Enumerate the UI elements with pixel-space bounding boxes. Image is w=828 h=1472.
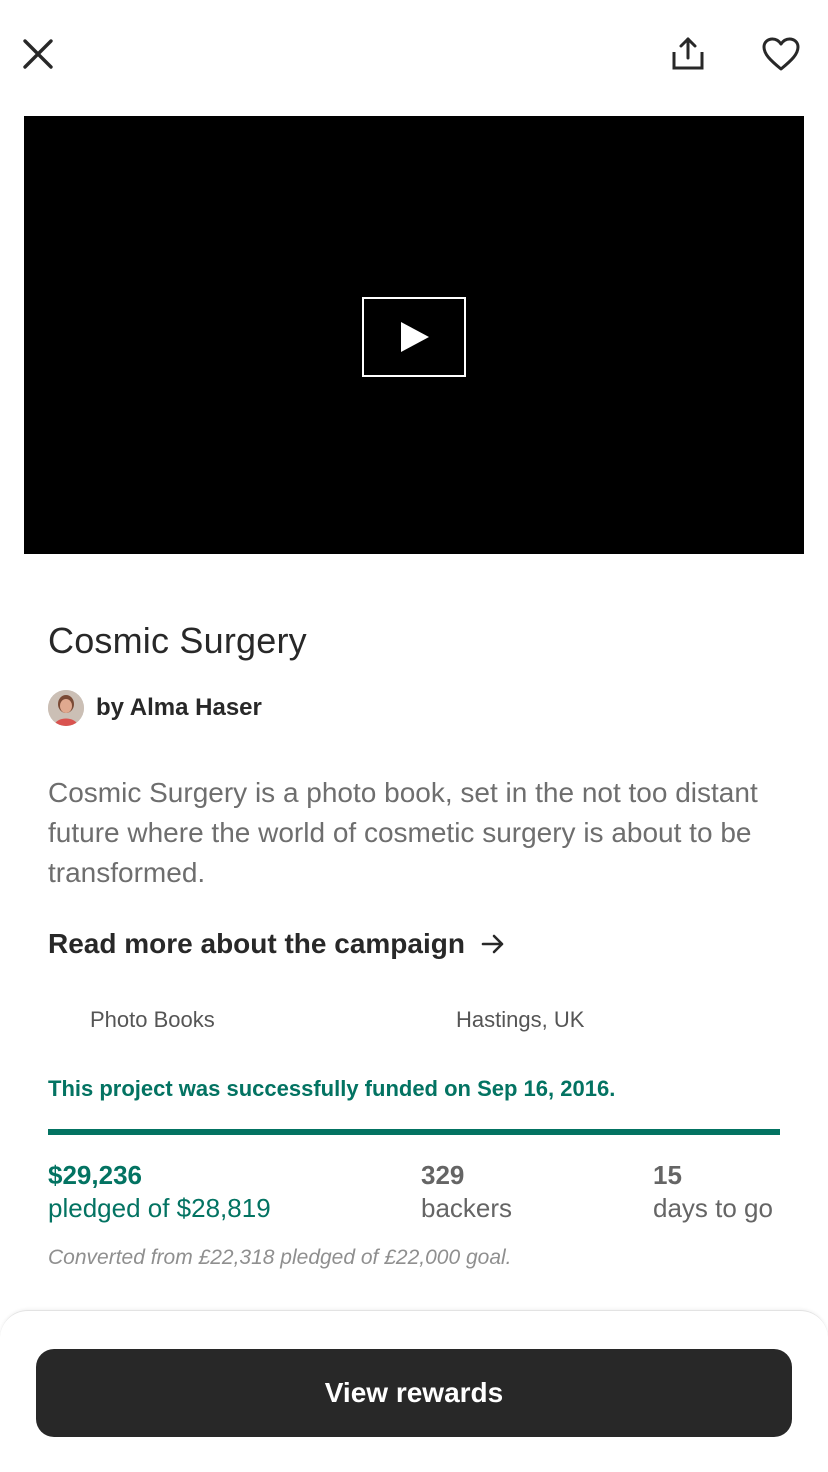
play-button[interactable] [362, 297, 466, 377]
read-more-label: Read more about the campaign [48, 928, 465, 959]
favorite-button[interactable] [753, 26, 809, 82]
stat-days: 15 days to go [653, 1158, 773, 1224]
read-more-link[interactable]: Read more about the campaign [48, 924, 505, 964]
avatar [48, 690, 84, 726]
backers-value: 329 [421, 1160, 465, 1190]
pledged-label: pledged of $28,819 [48, 1193, 271, 1223]
pledged-value: $29,236 [48, 1160, 142, 1190]
close-button[interactable] [10, 26, 66, 82]
share-button[interactable] [660, 26, 716, 82]
funding-progress-fill [48, 1129, 780, 1135]
share-icon [672, 37, 704, 70]
location-label: Hastings, UK [456, 1007, 585, 1032]
stat-pledged: $29,236 pledged of $28,819 [48, 1158, 271, 1224]
category-label: Photo Books [90, 1007, 215, 1032]
backers-label: backers [421, 1193, 513, 1223]
bottom-action-bar: View rewards [0, 1310, 828, 1472]
creator-name: by Alma Haser [96, 694, 262, 721]
stat-backers: 329 backers [421, 1158, 512, 1224]
view-rewards-label: View rewards [324, 1377, 504, 1408]
location-tag[interactable]: Hastings, UK [456, 1007, 584, 1033]
category-tag[interactable]: Photo Books [90, 1007, 215, 1033]
project-blurb: Cosmic Surgery is a photo book, set in t… [48, 777, 758, 888]
top-bar [0, 0, 828, 110]
view-rewards-button[interactable]: View rewards [36, 1349, 792, 1437]
heart-icon [762, 37, 800, 71]
close-icon [23, 39, 53, 69]
funding-progress-bar [48, 1129, 780, 1135]
video-player[interactable] [24, 116, 804, 554]
arrow-right-icon [481, 932, 505, 956]
creator-row[interactable]: by Alma Haser [48, 690, 262, 726]
currency-conversion-note: Converted from £22,318 pledged of £22,00… [48, 1246, 512, 1269]
project-page: Cosmic Surgery by Alma Haser Cosmic Surg… [0, 0, 828, 1472]
play-icon [401, 322, 429, 352]
days-label: days to go [653, 1193, 773, 1223]
project-title: Cosmic Surgery [48, 620, 307, 661]
days-value: 15 [653, 1160, 682, 1190]
funding-status: This project was successfully funded on … [48, 1076, 616, 1101]
